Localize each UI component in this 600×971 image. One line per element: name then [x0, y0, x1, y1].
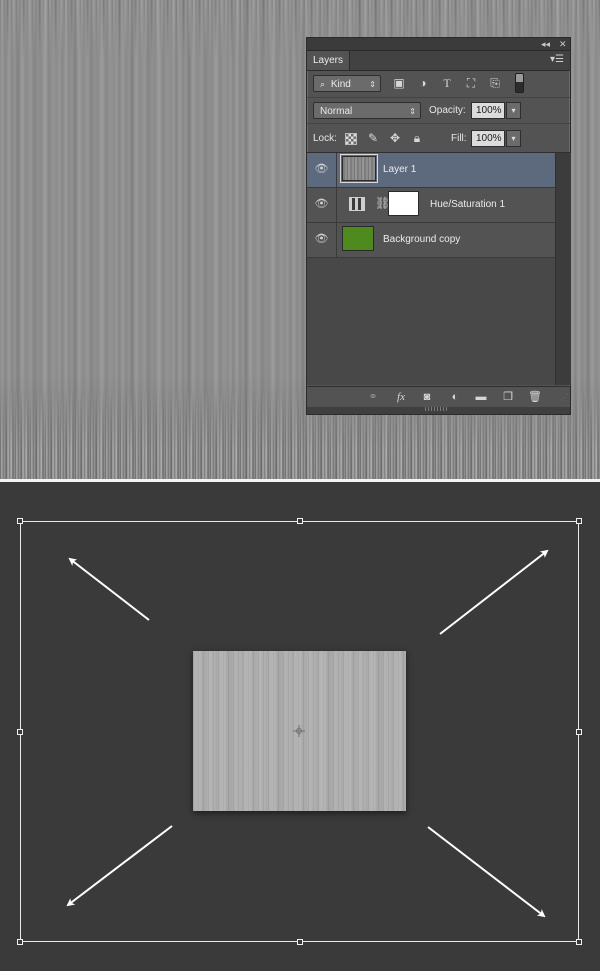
- arrow-down-left-icon: [66, 825, 173, 907]
- lock-all-icon[interactable]: 🔒︎: [409, 130, 425, 146]
- visibility-eye-icon[interactable]: 👁︎: [307, 223, 337, 258]
- opacity-input[interactable]: 100%: [471, 102, 505, 119]
- link-layers-icon[interactable]: ⚭: [365, 389, 381, 405]
- hue-saturation-adjustment-icon: [349, 197, 365, 211]
- lock-transparent-pixels-icon[interactable]: [343, 130, 359, 146]
- layer-filter-row: ⌕ Kind ⇕ ▣ ◑ T ⛶ ⎘: [307, 71, 570, 98]
- panel-menu-icon[interactable]: ▾☰: [550, 54, 564, 65]
- layer-name[interactable]: Hue/Saturation 1: [430, 188, 505, 221]
- new-layer-icon[interactable]: ❐: [500, 389, 516, 405]
- new-group-icon[interactable]: ▬: [473, 389, 489, 405]
- filter-kind-value: Kind: [330, 79, 351, 90]
- filter-kind-dropdown[interactable]: ⌕ Kind ⇕: [313, 75, 381, 92]
- filter-toggle-switch[interactable]: [515, 73, 524, 93]
- fill-input[interactable]: 100%: [471, 130, 505, 147]
- layer-row-hue-saturation-1[interactable]: 👁︎ ⛓︎ Hue/Saturation 1: [307, 188, 555, 223]
- layers-panel: ◂◂ ✕ Layers ▾☰ ⌕ Kind ⇕ ▣ ◑ T ⛶ ⎘ Normal…: [306, 37, 571, 415]
- opacity-label: Opacity:: [429, 105, 466, 116]
- lock-image-pixels-icon[interactable]: ✎: [365, 130, 381, 146]
- lock-label: Lock:: [313, 133, 337, 144]
- shape-filter-icon[interactable]: ⛶: [463, 75, 479, 91]
- layer-row-background-copy[interactable]: 👁︎ Background copy: [307, 223, 555, 258]
- arrow-up-left-icon: [68, 557, 150, 621]
- layer-name[interactable]: Background copy: [383, 223, 460, 256]
- visibility-eye-icon[interactable]: 👁︎: [307, 153, 337, 188]
- blend-mode-dropdown[interactable]: Normal ⇕: [313, 102, 421, 119]
- image-filter-icon[interactable]: ▣: [391, 75, 407, 91]
- panel-bottom-strip: [307, 407, 570, 414]
- fill-slider-toggle[interactable]: ▾: [506, 130, 521, 147]
- blend-row: Normal ⇕ Opacity: 100% ▾: [307, 97, 570, 124]
- layer-list-scrollbar[interactable]: [555, 153, 571, 385]
- add-mask-icon[interactable]: ◙: [419, 389, 435, 405]
- visibility-eye-icon[interactable]: 👁︎: [307, 188, 337, 223]
- updown-arrows-icon: ⇕: [409, 107, 416, 116]
- free-transform-workspace: [0, 482, 600, 971]
- layer-row-layer-1[interactable]: 👁︎ Layer 1: [307, 153, 555, 188]
- fx-label: fx: [397, 391, 405, 403]
- search-icon: ⌕: [320, 79, 326, 89]
- layer-name[interactable]: Layer 1: [383, 153, 416, 186]
- tab-layers[interactable]: Layers: [307, 51, 350, 70]
- updown-arrows-icon: ⇕: [369, 80, 376, 89]
- new-adjustment-layer-icon[interactable]: ◐: [447, 389, 463, 405]
- opacity-slider-toggle[interactable]: ▾: [506, 102, 521, 119]
- adjustment-filter-icon[interactable]: ◑: [415, 75, 431, 91]
- layer-thumbnail: [342, 226, 374, 251]
- scale-direction-arrows: [66, 549, 549, 918]
- panel-footer-toolbar: ⚭ fx ◙ ◐ ▬ ❐ 🗑︎ ⋰: [307, 386, 570, 407]
- delete-layer-icon[interactable]: 🗑︎: [527, 389, 543, 405]
- fill-label: Fill:: [451, 133, 467, 144]
- type-filter-icon[interactable]: T: [439, 75, 455, 91]
- lock-row: Lock: ✎ ✥ 🔒︎ Fill: 100% ▾: [307, 124, 570, 153]
- smart-object-filter-icon[interactable]: ⎘: [487, 75, 503, 91]
- arrow-down-right-icon: [427, 826, 546, 918]
- panel-tab-bar: Layers ▾☰: [307, 51, 570, 71]
- close-panel-icon[interactable]: ✕: [559, 38, 567, 50]
- panel-drag-grip[interactable]: [425, 407, 449, 411]
- panel-title-bar[interactable]: ◂◂ ✕: [307, 38, 570, 51]
- resize-grip-icon[interactable]: ⋰: [560, 393, 568, 402]
- layer-list: 👁︎ Layer 1 👁︎ ⛓︎ Hue/Saturation 1 👁︎ Bac…: [307, 153, 555, 385]
- blend-mode-value: Normal: [320, 106, 353, 117]
- lock-position-icon[interactable]: ✥: [387, 130, 403, 146]
- collapse-panel-icon[interactable]: ◂◂: [541, 38, 550, 50]
- layer-mask-thumbnail[interactable]: [388, 191, 419, 216]
- layer-style-fx-icon[interactable]: fx: [393, 389, 409, 405]
- arrow-up-right-icon: [439, 549, 549, 635]
- layer-thumbnail: [340, 154, 378, 183]
